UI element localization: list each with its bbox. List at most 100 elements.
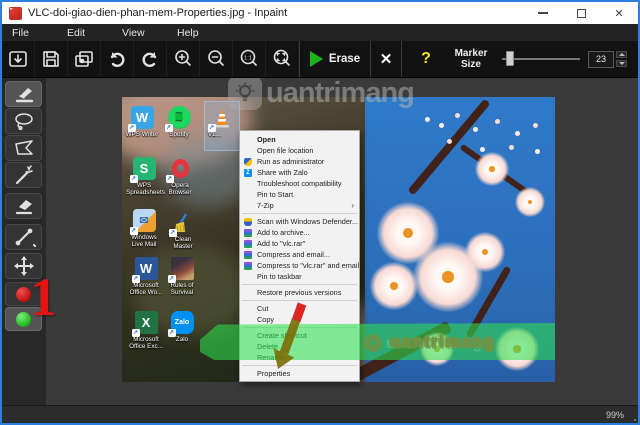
erase-button[interactable]: Erase <box>300 41 370 77</box>
red-marker-icon <box>16 286 31 302</box>
shortcut-arrow-icon: ↗ <box>167 275 176 283</box>
context-menu-item-compress-email: Compress and email... <box>240 249 359 260</box>
zoom-level-indicator: 99% <box>605 409 624 420</box>
context-menu-item-pin-to-start: Pin to Start <box>257 190 294 199</box>
open-image-button[interactable] <box>2 41 35 77</box>
menu-separator <box>242 213 357 214</box>
status-bar: 99% <box>2 405 638 423</box>
context-menu-item-compress-vlc-rar-email: Compress to "vlc.rar" and email <box>240 260 359 271</box>
svg-text:1:1: 1:1 <box>244 56 252 62</box>
zoom-in-button[interactable] <box>167 41 200 77</box>
zoom-fit-icon <box>273 49 290 66</box>
open-image-icon <box>9 51 27 67</box>
shortcut-arrow-icon: ↗ <box>164 124 173 132</box>
zalo-icon: Zalo ↗ <box>167 311 194 337</box>
help-button[interactable]: ? <box>410 41 442 77</box>
clean-master-icon: ↗ <box>168 211 195 237</box>
eraser-tool-button[interactable] <box>5 193 42 219</box>
marker-size-decrement-button[interactable] <box>616 60 627 67</box>
undo-button[interactable] <box>101 41 134 77</box>
magic-wand-tool-button[interactable] <box>5 162 42 188</box>
submenu-arrow-icon: › <box>351 201 354 210</box>
menu-view[interactable]: View <box>122 27 177 39</box>
shortcut-arrow-icon: ↗ <box>165 175 174 183</box>
desktop-icon-rules-of-survival: ↗ Rules of Survival <box>164 257 200 296</box>
menu-help[interactable]: Help <box>177 27 232 39</box>
defender-icon <box>244 218 252 226</box>
marker-size-increment-button[interactable] <box>616 51 627 58</box>
branch <box>407 98 491 196</box>
zalo-menu-icon: Z <box>244 169 252 177</box>
word-icon: W ↗ <box>131 257 158 283</box>
close-button[interactable]: ✕ <box>600 2 638 24</box>
window-title: VLC-doi-giao-dien-phan-mem-Properties.jp… <box>28 7 288 19</box>
context-menu-item-troubleshoot: Troubleshoot compatibility <box>257 179 342 188</box>
shortcut-arrow-icon: ↗ <box>129 227 138 235</box>
zoom-fit-button[interactable] <box>266 41 299 77</box>
spotify-icon: ≋ ↗ <box>164 106 191 132</box>
resize-grip[interactable] <box>634 419 636 421</box>
opera-icon: ↗ <box>165 157 192 183</box>
zoom-in-icon <box>175 50 191 66</box>
windows-live-mail-icon: ✉ ↗ <box>129 209 156 235</box>
marker-size-value[interactable]: 23 <box>588 50 614 68</box>
menu-edit[interactable]: Edit <box>67 27 122 39</box>
zoom-actual-size-button[interactable]: 1:1 <box>233 41 266 77</box>
excel-icon: X ↗ <box>131 311 158 337</box>
desktop-icon-spotify: ≋ ↗ Spotify <box>161 106 197 138</box>
menu-file[interactable]: File <box>12 27 67 39</box>
desktop-icon-zalo: Zalo ↗ Zalo <box>164 311 200 343</box>
shortcut-arrow-icon: ↗ <box>207 124 216 132</box>
context-menu-item-open-file-location: Open file location <box>257 146 314 155</box>
desktop-icon-ms-word: W ↗ Microsoft Office Wo... <box>128 257 164 296</box>
watermark-brand-text: uantrimang <box>266 78 415 109</box>
blossom-cluster <box>425 117 430 122</box>
lightbulb-logo-icon <box>228 78 262 110</box>
desktop-icon-clean-master: ↗ Clean Master <box>165 211 201 250</box>
shortcut-arrow-icon: ↗ <box>129 175 138 183</box>
save-button[interactable] <box>35 41 68 77</box>
blossom <box>475 152 509 186</box>
minimize-button[interactable] <box>524 2 562 24</box>
close-icon: ✕ <box>614 7 624 20</box>
marker-size-slider[interactable] <box>502 41 580 77</box>
redo-icon <box>142 52 157 67</box>
marker-size-label: Marker Size <box>454 48 488 70</box>
redo-button[interactable] <box>134 41 167 77</box>
zoom-out-button[interactable] <box>200 41 233 77</box>
context-menu-item-open: Open <box>257 134 276 144</box>
polygon-lasso-tool-button[interactable] <box>5 135 42 161</box>
line-tool-button[interactable] <box>5 224 42 250</box>
cancel-button[interactable]: ✕ <box>371 41 401 77</box>
green-marker-icon <box>16 311 31 327</box>
eraser-icon <box>15 200 32 215</box>
maximize-button[interactable] <box>562 2 600 24</box>
lasso-tool-button[interactable] <box>5 108 42 134</box>
copy-result-icon <box>75 51 93 67</box>
desktop-icon-wps-writer: W ↗ WPS Writer <box>124 106 160 138</box>
zoom-out-icon <box>208 50 224 66</box>
context-menu-item-defender-scan: Scan with Windows Defender... <box>240 216 359 227</box>
copy-result-button[interactable] <box>68 41 101 77</box>
magic-wand-icon <box>15 165 33 185</box>
arrow-annotation <box>273 302 307 369</box>
toolbar: 1:1 Erase ✕ ? Marker Size 23 <box>2 41 638 78</box>
winrar-icon <box>244 229 252 237</box>
quantrimang-watermark: uantrimang <box>228 78 415 110</box>
context-menu-item-restore-versions: Restore previous versions <box>257 288 342 297</box>
context-menu-item-run-as-admin: Run as administrator <box>240 156 359 167</box>
zoom-actual-size-icon: 1:1 <box>240 49 257 66</box>
slider-handle[interactable] <box>506 51 514 66</box>
save-icon <box>43 51 59 67</box>
shortcut-arrow-icon: ↗ <box>168 229 177 237</box>
marker-tool-button[interactable] <box>5 81 42 107</box>
menu-bar: File Edit View Help <box>2 24 638 41</box>
lasso-icon <box>14 113 33 131</box>
wps-spreadsheets-icon: S ↗ <box>129 157 156 183</box>
green-highlight-annotation <box>200 323 555 360</box>
context-menu-item-add-to-vlc-rar: Add to "vlc.rar" <box>240 238 359 249</box>
undo-icon <box>110 52 125 67</box>
editing-canvas[interactable]: W ↗ WPS Writer ≋ ↗ Spotify ↗ VL... S ↗ WPS … <box>46 78 638 405</box>
shortcut-arrow-icon: ↗ <box>131 275 140 283</box>
inpaint-window: VLC-doi-giao-dien-phan-mem-Properties.jp… <box>0 0 640 425</box>
